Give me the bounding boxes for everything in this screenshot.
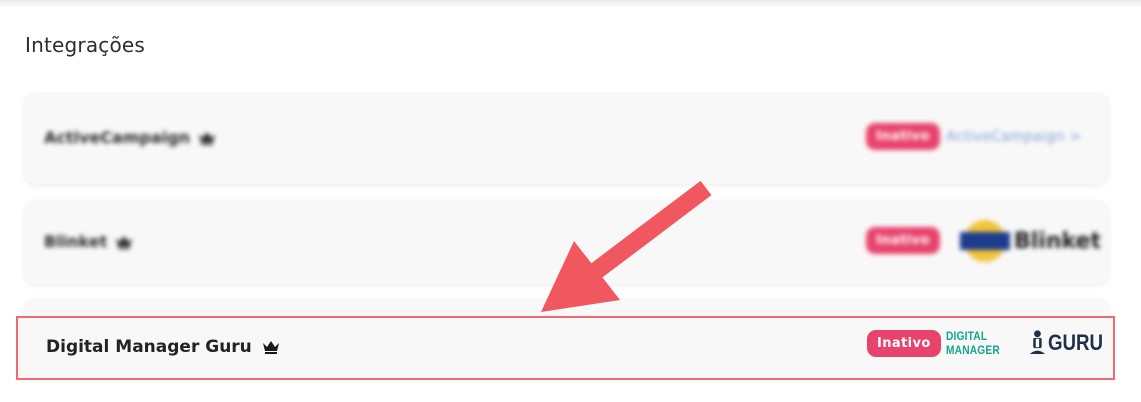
integration-name: Blinket [44,232,133,251]
status-badge: Inativo [867,330,941,357]
crown-icon [262,341,279,354]
digital-manager-guru-logo: DIGITAL MANAGER GURU [946,326,1113,360]
status-badge: Inativo [866,227,940,254]
section-title: Integrações [25,33,146,57]
integration-card-activecampaign[interactable]: ActiveCampaign Inativo ActiveCampaign > [24,92,1109,184]
crown-icon [116,235,133,249]
blinket-logo: Blinket [960,220,1101,262]
integration-name: ActiveCampaign [44,128,216,147]
integration-card-edge [24,298,1109,318]
status-badge: Inativo [866,123,940,150]
guru-logo-prefix: DIGITAL MANAGER [946,329,1000,357]
integration-card-digital-manager-guru[interactable]: Digital Manager Guru Inativo DIGITAL MAN… [16,316,1115,380]
top-bar-shadow [0,0,1141,8]
integration-label: Blinket [44,232,108,251]
integration-name: Digital Manager Guru [46,337,280,357]
guru-figure-icon [1030,330,1046,354]
integration-card-blinket[interactable]: Blinket Inativo Blinket [24,200,1109,284]
activecampaign-logo: ActiveCampaign > [946,129,1082,145]
blinket-mark-icon [960,220,1010,262]
integration-label: ActiveCampaign [44,128,191,147]
integration-label: Digital Manager Guru [46,337,252,357]
guru-logo-word: GURU [1048,330,1104,355]
crown-icon [199,131,216,145]
